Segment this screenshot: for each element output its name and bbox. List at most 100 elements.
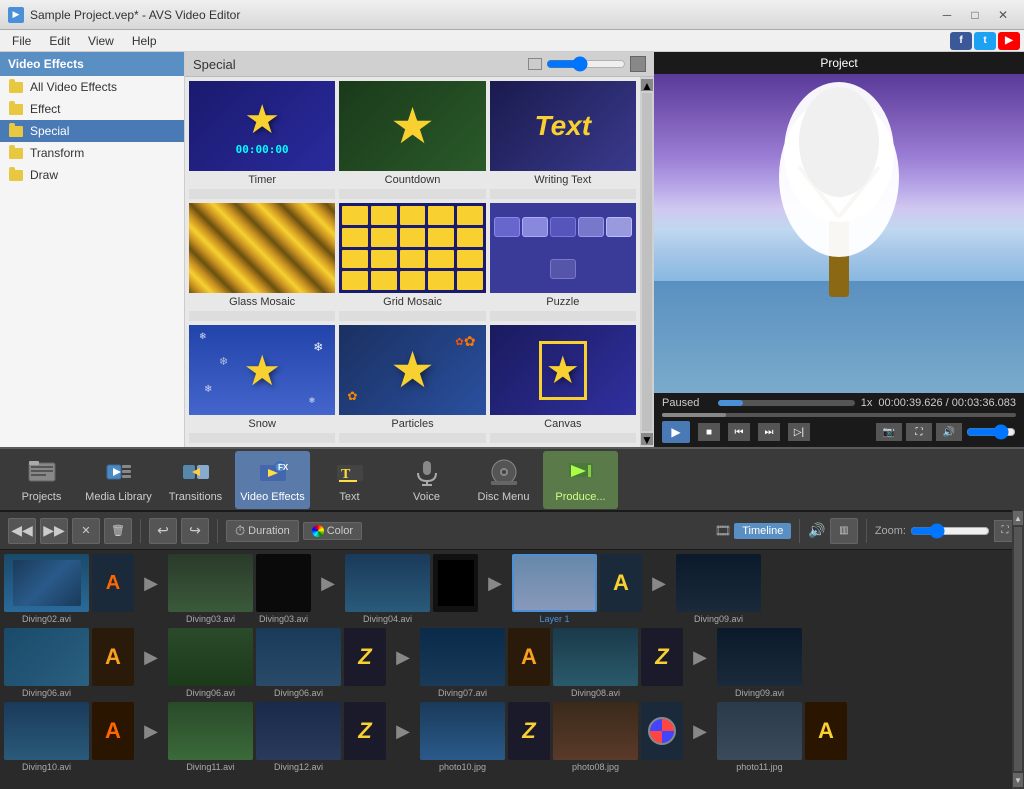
next-button[interactable]: ⏭ (758, 423, 780, 441)
menu-view[interactable]: View (80, 32, 122, 50)
effect-particles[interactable]: ★ ✿ ✿ ✿ Particles (339, 325, 485, 443)
clip-diving03b[interactable]: Diving03.avi (256, 554, 311, 624)
color-button[interactable]: Color (303, 522, 362, 540)
clip-z-overlay1[interactable]: Z (344, 628, 386, 688)
size-slider[interactable] (546, 56, 626, 72)
redo-action[interactable]: ↪ (181, 518, 209, 544)
sidebar-item-effect[interactable]: Effect (0, 98, 184, 120)
menu-help[interactable]: Help (124, 32, 165, 50)
snapshot-button[interactable]: 📷 (876, 423, 902, 441)
stop-button[interactable]: ■ (698, 423, 720, 441)
volume-slider[interactable] (966, 424, 1016, 440)
tl-scroll-up[interactable]: ▲ (1013, 511, 1023, 525)
clip-label-diving02: Diving02.avi (22, 614, 71, 624)
list-view-icon[interactable] (528, 58, 542, 70)
close-button[interactable]: ✕ (990, 5, 1016, 25)
sidebar-item-all-effects[interactable]: All Video Effects (0, 76, 184, 98)
youtube-icon[interactable]: ▶ (998, 32, 1020, 50)
clip-a-overlay6[interactable]: A (805, 702, 847, 762)
clip-diving06b[interactable]: Diving06.avi (168, 628, 253, 698)
grid-view-button[interactable] (630, 56, 646, 72)
effect-grid-mosaic[interactable]: Grid Mosaic (339, 203, 485, 321)
clip-black[interactable] (433, 554, 478, 614)
tool-projects-label: Projects (22, 491, 62, 503)
volume-button[interactable]: 🔊 (936, 423, 962, 441)
tool-produce[interactable]: Produce... (543, 451, 618, 509)
clip-diving07[interactable]: Diving07.avi (420, 628, 505, 698)
clip-diving09a[interactable]: Diving09.avi (676, 554, 761, 624)
clip-z-overlay3[interactable]: Z (344, 702, 386, 762)
effect-writing-text[interactable]: Text Writing Text (490, 81, 636, 199)
redo-button[interactable]: ▶▶ (40, 518, 68, 544)
effect-canvas[interactable]: ★ Canvas (490, 325, 636, 443)
prev-button[interactable]: ⏮ (728, 423, 750, 441)
clip-diving03a[interactable]: Diving03.avi (168, 554, 253, 624)
clip-layer1[interactable]: Layer 1 (512, 554, 597, 624)
clip-diving04[interactable]: Diving04.avi (345, 554, 430, 624)
menu-edit[interactable]: Edit (41, 32, 78, 50)
delete-all-button[interactable]: 🗑 (104, 518, 132, 544)
clip-photo08[interactable]: photo08.jpg (553, 702, 638, 772)
duration-button[interactable]: ⏱ Duration (226, 520, 299, 542)
clip-diving09b[interactable]: Diving09.avi (717, 628, 802, 698)
tool-media-library[interactable]: Media Library (81, 451, 156, 509)
clip-diving10[interactable]: Diving10.avi (4, 702, 89, 772)
effect-timer[interactable]: ★ 00:00:00 Timer (189, 81, 335, 199)
clip-diving06a[interactable]: Diving06.avi (4, 628, 89, 698)
secondary-progress[interactable] (662, 413, 1016, 417)
next-frame-button[interactable]: ▷| (788, 423, 810, 441)
sidebar-item-transform[interactable]: Transform (0, 142, 184, 164)
clip-photo10[interactable]: photo10.jpg (420, 702, 505, 772)
clip-diving02[interactable]: Diving02.avi (4, 554, 89, 624)
effect-glass-mosaic[interactable]: Glass Mosaic (189, 203, 335, 321)
clip-diving06c[interactable]: Diving06.avi (256, 628, 341, 698)
clip-a-overlay5[interactable]: A (92, 702, 134, 762)
effect-snow[interactable]: ★ ❄ ❄ ❄ ❄ ❄ Snow (189, 325, 335, 443)
undo-action[interactable]: ↩ (149, 518, 177, 544)
tl-scroll-down[interactable]: ▼ (1013, 773, 1023, 787)
zoom-slider[interactable] (910, 523, 990, 539)
maximize-button[interactable]: □ (962, 5, 988, 25)
facebook-icon[interactable]: f (950, 32, 972, 50)
tool-voice[interactable]: Voice (389, 451, 464, 509)
clip-a-overlay4[interactable]: A (508, 628, 550, 688)
effect-puzzle[interactable]: Puzzle (490, 203, 636, 321)
twitter-icon[interactable]: t (974, 32, 996, 50)
scroll-up[interactable]: ▲ (641, 79, 653, 91)
tool-video-effects[interactable]: FX Video Effects (235, 451, 310, 509)
sidebar-item-special[interactable]: Special (0, 120, 184, 142)
timeline-scrollbar[interactable]: ▲ ▼ (1012, 509, 1024, 789)
sidebar-item-draw[interactable]: Draw (0, 164, 184, 186)
tool-disc-menu[interactable]: Disc Menu (466, 451, 541, 509)
color-label: Color (327, 525, 353, 537)
water-reflection (654, 281, 1024, 393)
clip-a-overlay1[interactable]: A (92, 554, 134, 614)
clip-z-overlay2[interactable]: Z (641, 628, 683, 688)
clip-diving11[interactable]: Diving11.avi (168, 702, 253, 772)
tool-text[interactable]: T Text (312, 451, 387, 509)
clip-diving12[interactable]: Diving12.avi (256, 702, 341, 772)
volume-icon: 🔊 (808, 522, 825, 539)
clip-circ-overlay[interactable] (641, 702, 683, 762)
delete-button[interactable]: ✕ (72, 518, 100, 544)
window-controls[interactable]: ─ □ ✕ (934, 5, 1016, 25)
progress-bar[interactable] (718, 400, 855, 406)
effects-scrollbar[interactable]: ▲ ▼ (640, 77, 654, 447)
tool-transitions[interactable]: Transitions (158, 451, 233, 509)
play-button[interactable]: ▶ (662, 421, 690, 443)
clip-photo11[interactable]: photo11.jpg (717, 702, 802, 772)
audio-settings[interactable]: ▥ (830, 518, 858, 544)
effect-countdown[interactable]: ★ 6 Countdown (339, 81, 485, 199)
timeline-button[interactable]: Timeline (734, 523, 791, 539)
clip-a-overlay3[interactable]: A (92, 628, 134, 688)
clip-z-overlay4[interactable]: Z (508, 702, 550, 762)
clip-diving08[interactable]: Diving08.avi (553, 628, 638, 698)
undo-button[interactable]: ◀◀ (8, 518, 36, 544)
clip-a-overlay2[interactable]: A (600, 554, 642, 614)
timeline-toolbar: ◀◀ ▶▶ ✕ 🗑 ↩ ↪ ⏱ Duration Color 🎞 Timelin… (0, 512, 1024, 550)
menu-file[interactable]: File (4, 32, 39, 50)
tool-projects[interactable]: Projects (4, 451, 79, 509)
fullscreen-button[interactable]: ⛶ (906, 423, 932, 441)
scroll-down[interactable]: ▼ (641, 433, 653, 445)
minimize-button[interactable]: ─ (934, 5, 960, 25)
